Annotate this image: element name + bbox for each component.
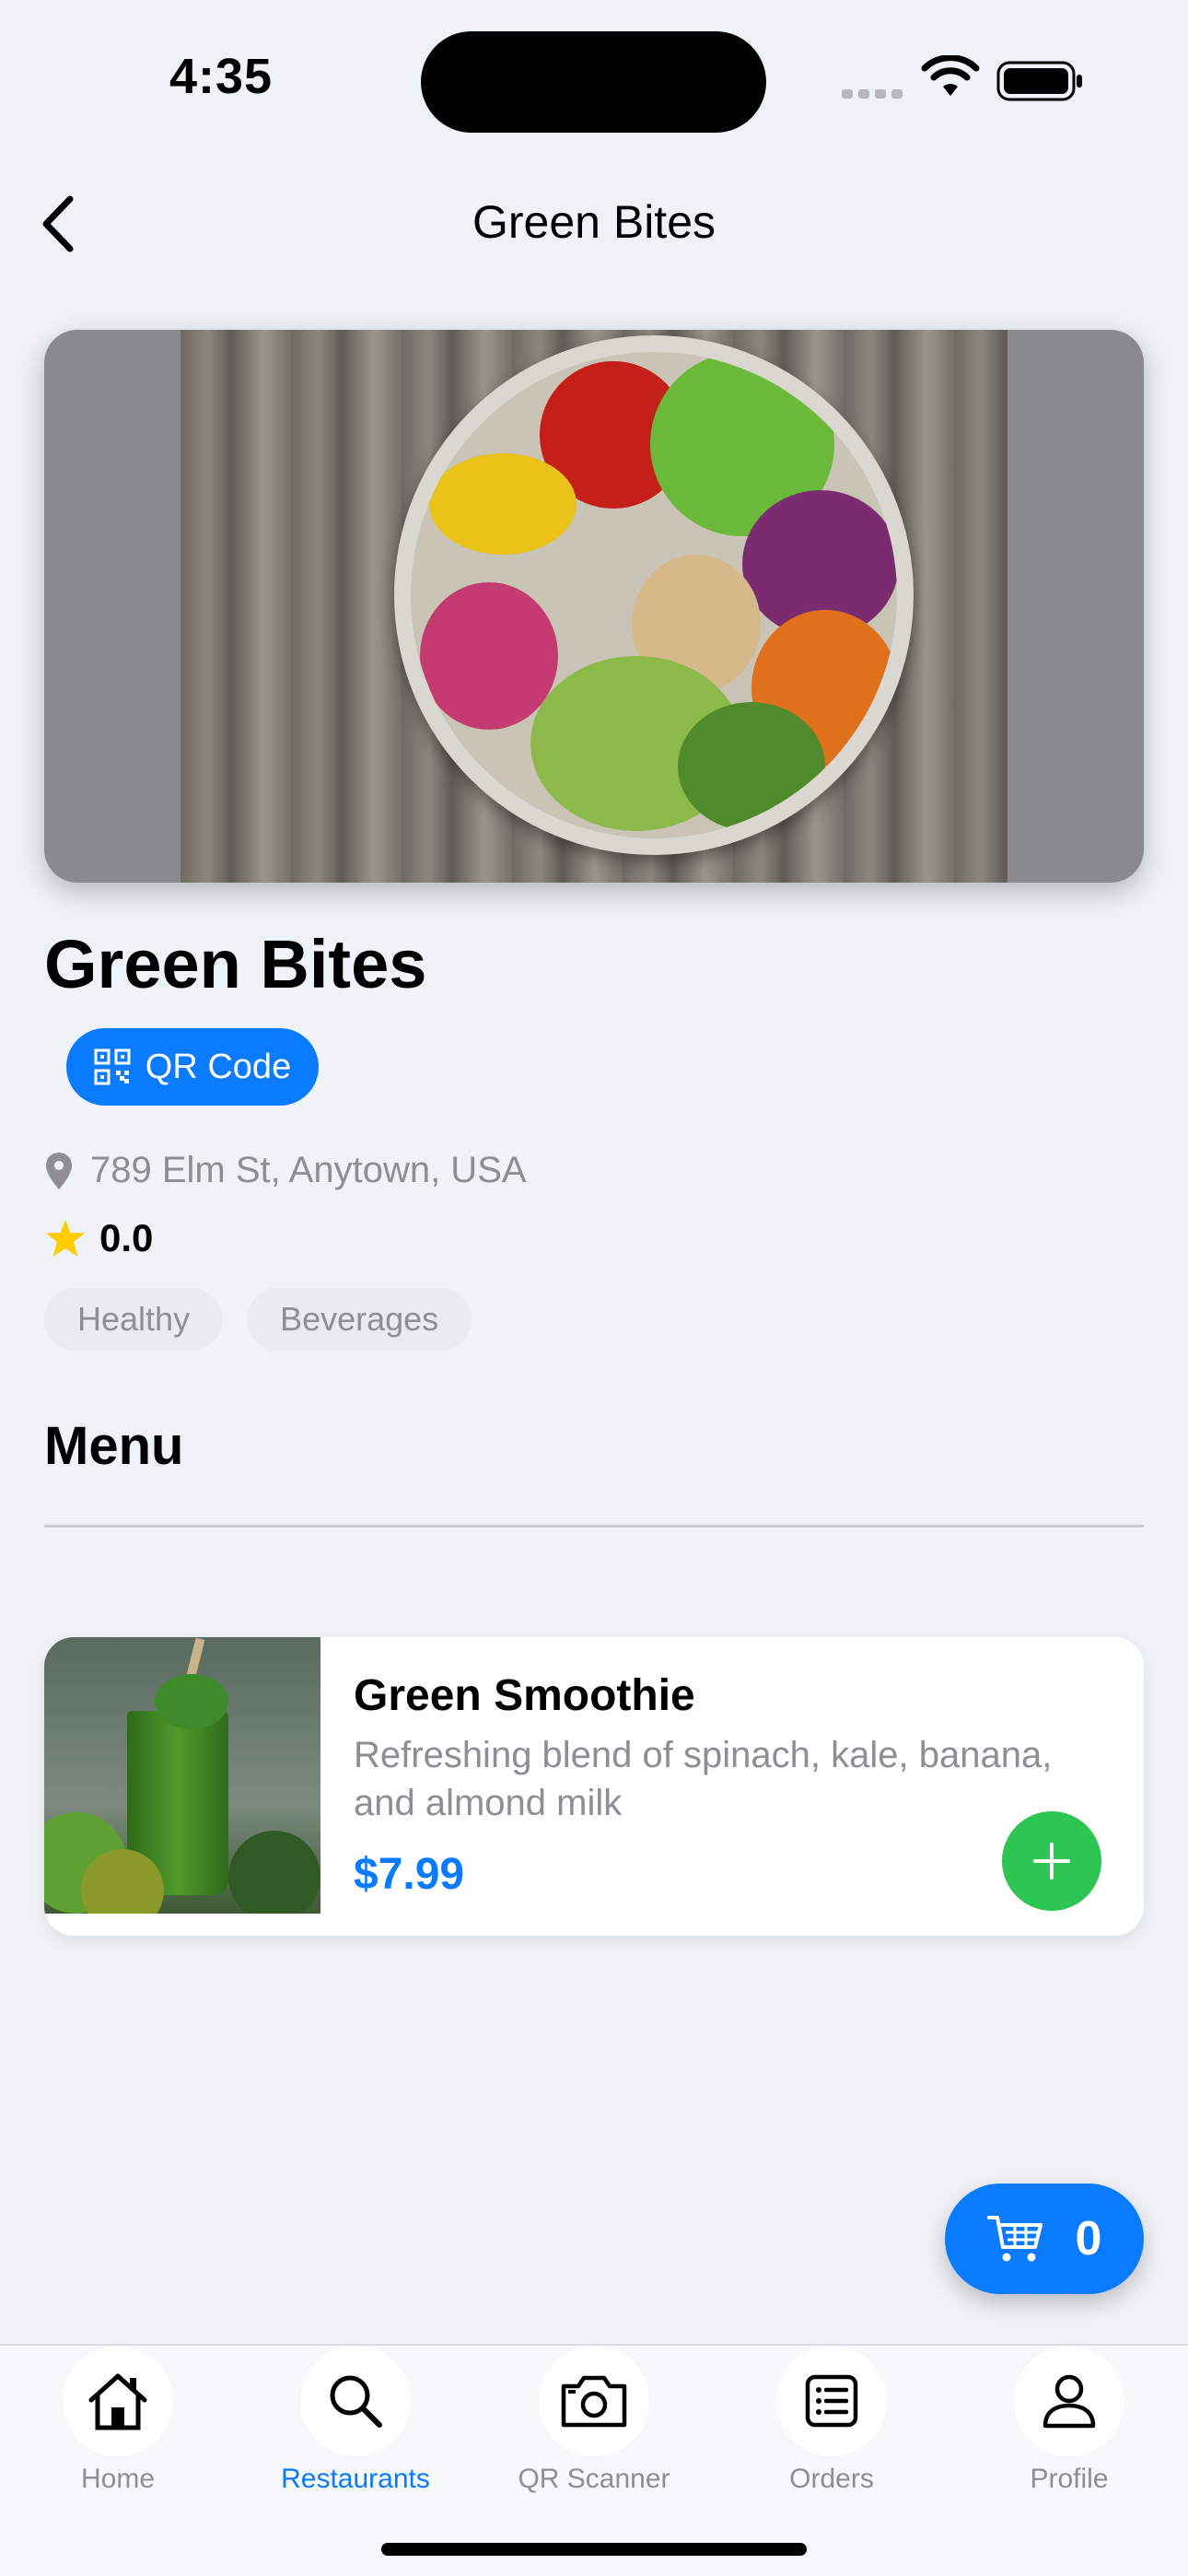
restaurant-hero-image [44, 330, 1144, 883]
qr-code-button[interactable]: QR Code [66, 1028, 319, 1106]
dynamic-island [421, 31, 766, 133]
rating-value: 0.0 [99, 1216, 154, 1259]
cart-button[interactable]: 0 [945, 2184, 1144, 2294]
person-icon [1042, 2374, 1096, 2429]
battery-icon [996, 61, 1082, 101]
search-icon [330, 2375, 382, 2428]
location-pin-icon [46, 1152, 72, 1189]
qr-code-label: QR Code [145, 1047, 292, 1086]
menu-divider [44, 1525, 1144, 1528]
cart-count: 0 [1075, 2212, 1102, 2266]
tab-qr-scanner-label: QR Scanner [518, 2464, 670, 2494]
menu-item-description: Refreshing blend of spinach, kale, banan… [354, 1735, 1053, 1823]
address-text: 789 Elm St, Anytown, USA [90, 1150, 527, 1190]
menu-heading: Menu [44, 1416, 184, 1476]
page-title: Green Bites [472, 196, 716, 248]
home-indicator [381, 2543, 807, 2556]
tab-restaurants[interactable]: Restaurants [254, 2346, 457, 2495]
status-time: 4:35 [169, 49, 274, 104]
tab-profile-label: Profile [1030, 2464, 1109, 2494]
cart-icon [986, 2216, 1042, 2262]
tag-healthy: Healthy [44, 1288, 224, 1351]
list-icon [805, 2374, 858, 2428]
restaurant-name: Green Bites [44, 926, 427, 1002]
qr-code-icon [94, 1048, 131, 1085]
menu-item-price: $7.99 [354, 1850, 465, 1899]
signal-icon [842, 87, 908, 103]
wifi-icon [921, 55, 980, 96]
cuisine-tags: Healthy Beverages [44, 1288, 472, 1351]
tab-home[interactable]: Home [17, 2346, 219, 2495]
add-to-cart-button[interactable] [1002, 1811, 1101, 1911]
camera-icon [561, 2375, 627, 2428]
menu-item-image [44, 1637, 320, 1914]
tab-orders-label: Orders [789, 2464, 874, 2494]
menu-item-name: Green Smoothie [354, 1671, 695, 1720]
tag-beverages: Beverages [247, 1288, 472, 1351]
tab-profile[interactable]: Profile [968, 2346, 1171, 2495]
menu-item-card[interactable]: Green Smoothie Refreshing blend of spina… [44, 1637, 1144, 1936]
home-icon [88, 2373, 147, 2430]
tab-orders[interactable]: Orders [730, 2346, 933, 2495]
restaurant-rating: 0.0 [44, 1216, 153, 1260]
plus-icon [1033, 1843, 1070, 1879]
tab-restaurants-label: Restaurants [281, 2464, 430, 2494]
restaurant-address: 789 Elm St, Anytown, USA [44, 1150, 527, 1191]
tab-home-label: Home [80, 2464, 156, 2494]
star-icon [46, 1220, 85, 1257]
tab-qr-scanner[interactable]: QR Scanner [493, 2346, 695, 2495]
tab-bar: Home Restaurants QR Scanner Orders Profi… [0, 2344, 1188, 2576]
